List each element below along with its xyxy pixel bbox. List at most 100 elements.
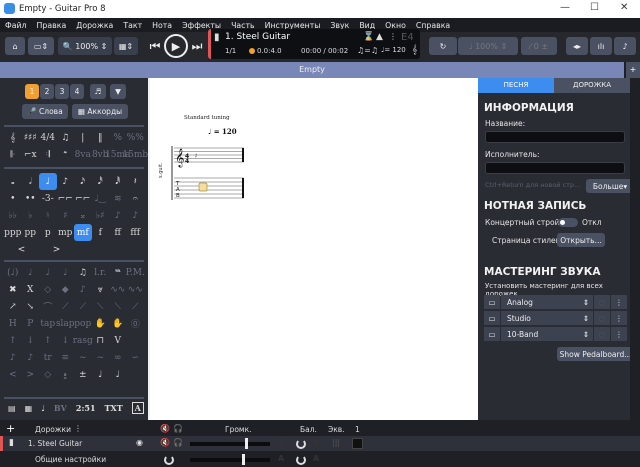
tremolo-icon[interactable]: ≋	[109, 190, 127, 207]
dynamic-ppp[interactable]: ppp	[4, 224, 22, 241]
menu-bar-item[interactable]: Такт	[123, 21, 142, 30]
tie-icon[interactable]: ♩‿	[92, 190, 110, 207]
repeat-two-bars-icon[interactable]: %%	[127, 129, 145, 146]
ghost-note-icon[interactable]: (♩)	[4, 264, 22, 281]
arpeggio-down-icon[interactable]: ↓	[22, 332, 40, 349]
master-volume-slider[interactable]	[190, 454, 270, 465]
doc-tab-empty[interactable]: Empty	[0, 62, 624, 78]
show-pedalboard-button[interactable]: Show Pedalboard...	[557, 347, 634, 361]
vibrato-icon[interactable]: ∿∿	[109, 281, 127, 298]
preset-select[interactable]: Studio ⇕	[501, 311, 593, 325]
quindicesima-bassa-icon[interactable]: 15mb	[122, 146, 148, 163]
more-icon[interactable]: ⋮	[611, 295, 627, 309]
staccato-icon[interactable]: ♩	[57, 264, 75, 281]
eighth-note-icon[interactable]: ♪	[57, 173, 75, 190]
dynamic-ff[interactable]: ff	[109, 224, 127, 241]
concert-tone-toggle[interactable]	[558, 218, 578, 227]
wah-open-icon[interactable]: ∽	[127, 349, 145, 366]
dynamic-fff[interactable]: fff	[127, 224, 145, 241]
vertical-scrollbar[interactable]	[630, 78, 640, 420]
crescendo-icon[interactable]: <	[4, 241, 39, 258]
master-balance-knob[interactable]	[296, 455, 306, 465]
whammy-icon[interactable]: ∼	[92, 349, 110, 366]
pickstroke-icon[interactable]: ⍛	[57, 366, 75, 383]
alternate-ending-icon[interactable]: ⌐x	[22, 146, 40, 163]
triplet-feel-icon[interactable]: ♫	[57, 129, 75, 146]
dynamic-f[interactable]: f	[92, 224, 110, 241]
double-dotted-icon[interactable]: ••	[22, 190, 40, 207]
annotation-tool[interactable]: A	[131, 402, 144, 414]
hammer-on-icon[interactable]: H	[4, 315, 22, 332]
voice-2-button[interactable]: 2	[40, 84, 54, 99]
lyrics-button[interactable]: 🎤 Слова	[22, 104, 68, 119]
solo-headphones-icon[interactable]: 🎧	[173, 438, 183, 447]
balance-knob[interactable]	[296, 439, 306, 449]
play-button[interactable]: ▶	[164, 34, 188, 58]
bend-icon[interactable]: ⌒	[39, 298, 57, 315]
grace-note-before-icon[interactable]: ♪	[109, 207, 127, 224]
repeat-end-icon[interactable]: 𝄇	[39, 146, 57, 163]
home-button[interactable]: ⌂	[5, 37, 25, 55]
left-hand-icon[interactable]: ✋	[92, 315, 110, 332]
metronome-button[interactable]: ◂▸	[566, 37, 588, 55]
pop-icon[interactable]: pop	[74, 315, 92, 332]
sustain-off-icon[interactable]: ♩	[109, 366, 127, 383]
repeat-start-icon[interactable]: 𝄆	[4, 146, 22, 163]
more-icon[interactable]: ⋮	[389, 32, 397, 41]
open-stylesheet-button[interactable]: Открыть...	[557, 233, 605, 247]
grace-note-on-icon[interactable]: ♪	[127, 207, 145, 224]
dynamic-p[interactable]: p	[39, 224, 57, 241]
add-tab-button[interactable]: +	[626, 62, 640, 78]
minimize-button[interactable]: —	[560, 2, 570, 13]
menu-note[interactable]: Нота	[152, 21, 172, 30]
brush-down-icon[interactable]: ↓	[57, 332, 75, 349]
harmonic-icon[interactable]: ◇	[39, 281, 57, 298]
slide-out-icon[interactable]: ↘	[22, 298, 40, 315]
master-knob[interactable]	[164, 455, 174, 465]
sustain-icon[interactable]: ♩	[92, 366, 110, 383]
skip-forward-button[interactable]: ⏭	[190, 37, 204, 55]
lyrics-note-icon[interactable]: ♩	[41, 403, 45, 413]
pull-off-icon[interactable]: P	[22, 315, 40, 332]
chord-grid-icon[interactable]: ▦	[25, 403, 33, 413]
wide-vibrato-icon[interactable]: ∿∿	[127, 281, 145, 298]
trill-icon[interactable]: tr	[39, 349, 57, 366]
dynamic-mp[interactable]: mp	[57, 224, 75, 241]
volume-slider[interactable]	[190, 438, 270, 449]
power-icon[interactable]: ○	[594, 311, 610, 325]
ottava-icon[interactable]: 8va	[74, 146, 92, 163]
double-sharp-icon[interactable]: 𝄪	[74, 207, 92, 224]
flat-icon[interactable]: ♭	[22, 207, 40, 224]
slide-out-down-icon[interactable]: ⟍	[109, 298, 127, 315]
timer-tool[interactable]: 2:51	[76, 403, 96, 413]
lcd-track-name[interactable]: 1. Steel Guitar	[225, 32, 290, 42]
half-note-icon[interactable]: 𝅗𝅥	[22, 173, 40, 190]
rasg-icon[interactable]: rasg	[73, 332, 93, 349]
dead-note-big-icon[interactable]: X	[22, 281, 40, 298]
close-button[interactable]: ✕	[620, 2, 628, 13]
slide-icon[interactable]: ⟋	[57, 298, 75, 315]
chords-button[interactable]: ▦ Аккорды	[72, 104, 128, 119]
decrescendo-icon[interactable]: >	[39, 241, 74, 258]
fade-in-icon[interactable]: <	[4, 366, 22, 383]
bar-vibrato-tool[interactable]: BV	[54, 403, 67, 413]
skip-back-button[interactable]: ⏮	[148, 37, 162, 55]
clef-icon[interactable]: 𝄞	[4, 129, 22, 146]
automation-icon[interactable]: A	[313, 438, 319, 447]
pedal-icon[interactable]: 𝆮	[109, 264, 127, 281]
grace-2-icon[interactable]: ♪	[22, 349, 40, 366]
downstroke-icon[interactable]: ⊓	[92, 332, 110, 349]
score-page[interactable]: Standard tuning ♩ = 120 𝄞 44 𝄽 TAB s.gui…	[150, 78, 478, 420]
capo-control[interactable]: ⁄ 0 ±	[521, 37, 557, 55]
palm-mute-icon[interactable]: P.M.	[126, 264, 145, 281]
accent-icon[interactable]: ♩	[22, 264, 40, 281]
enharmonic-icon[interactable]: ♭♯	[92, 207, 110, 224]
rest-icon[interactable]: 𝄽	[127, 173, 145, 190]
dynamic-mf[interactable]: mf	[74, 224, 92, 241]
artist-input[interactable]	[485, 162, 625, 174]
mute-icon[interactable]: 🔇	[160, 424, 170, 433]
tab-track[interactable]: ДОРОЖКА	[554, 78, 630, 93]
dotted-icon[interactable]: •	[4, 190, 22, 207]
whole-note-icon[interactable]: 𝅝	[4, 173, 22, 190]
slide-out-up-icon[interactable]: ⟋	[127, 298, 145, 315]
